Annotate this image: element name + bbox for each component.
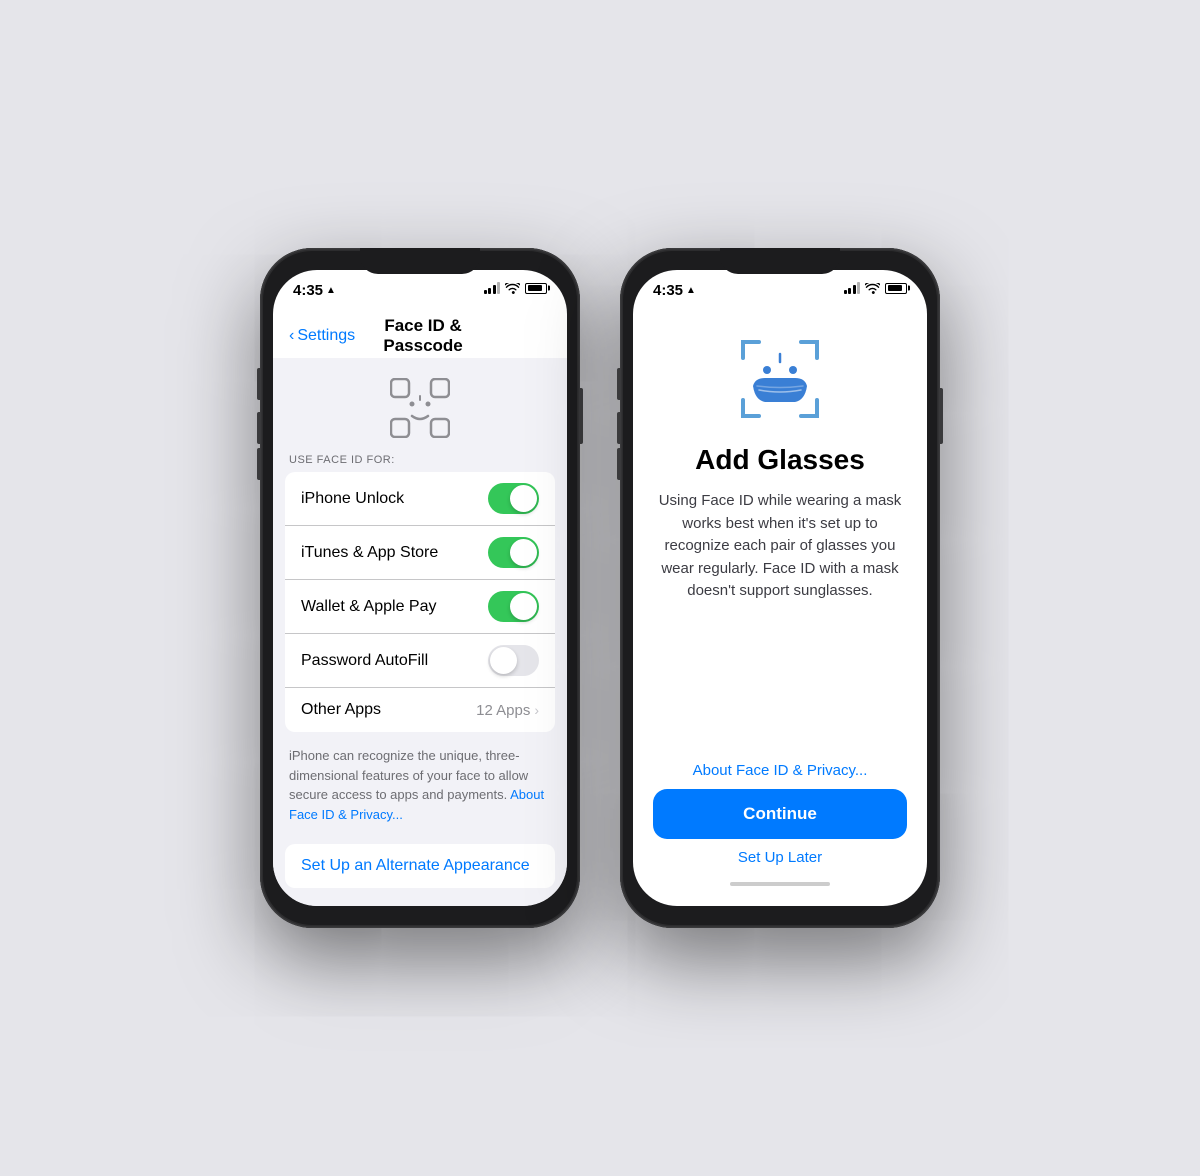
- wifi-icon-right: [865, 283, 880, 294]
- alternate-desc: In addition to continuously learning how…: [273, 896, 567, 906]
- iphone-unlock-toggle[interactable]: [488, 483, 539, 514]
- battery-icon-left: [525, 283, 547, 294]
- signal-bars-right: [844, 282, 861, 294]
- itunes-row[interactable]: iTunes & App Store: [285, 526, 555, 580]
- iphone-unlock-row[interactable]: iPhone Unlock: [285, 472, 555, 526]
- face-id-mask-icon: [735, 334, 825, 424]
- password-autofill-row[interactable]: Password AutoFill: [285, 634, 555, 688]
- use-face-id-label: USE FACE ID FOR:: [273, 454, 567, 472]
- notch: [360, 248, 480, 274]
- other-apps-label: Other Apps: [301, 701, 476, 719]
- face-id-header: [273, 358, 567, 454]
- continue-button[interactable]: Continue: [653, 789, 907, 839]
- signal-bars-left: [484, 282, 501, 294]
- itunes-toggle[interactable]: [488, 537, 539, 568]
- right-screen: 4:35 ▲: [633, 270, 927, 906]
- toggles-list: iPhone Unlock iTunes & App Store Wallet …: [285, 472, 555, 732]
- left-screen: 4:35 ▲ ‹ Settings Face ID & Pass: [273, 270, 567, 906]
- alternate-appearance-label[interactable]: Set Up an Alternate Appearance: [301, 857, 530, 875]
- add-glasses-description: Using Face ID while wearing a mask works…: [657, 490, 903, 603]
- other-apps-chevron: ›: [534, 702, 539, 718]
- location-icon-right: ▲: [686, 285, 696, 296]
- add-glasses-title: Add Glasses: [695, 444, 865, 476]
- status-bar-right: 4:35 ▲: [633, 270, 927, 314]
- location-icon-left: ▲: [326, 285, 336, 296]
- time-right: 4:35 ▲: [653, 282, 696, 299]
- wallet-label: Wallet & Apple Pay: [301, 598, 488, 616]
- add-glasses-content: Add Glasses Using Face ID while wearing …: [633, 314, 927, 603]
- notch-right: [720, 248, 840, 274]
- face-id-description: iPhone can recognize the unique, three-d…: [273, 740, 567, 836]
- nav-bar-left: ‹ Settings Face ID & Passcode: [273, 314, 567, 358]
- password-autofill-toggle[interactable]: [488, 645, 539, 676]
- battery-icon-right: [885, 283, 907, 294]
- chevron-left-icon: ‹: [289, 327, 294, 345]
- left-phone: 4:35 ▲ ‹ Settings Face ID & Pass: [260, 248, 580, 928]
- wallet-toggle[interactable]: [488, 591, 539, 622]
- other-apps-row[interactable]: Other Apps 12 Apps ›: [285, 688, 555, 732]
- face-id-icon: [390, 378, 450, 438]
- wifi-icon-left: [505, 283, 520, 294]
- itunes-label: iTunes & App Store: [301, 544, 488, 562]
- time-left: 4:35 ▲: [293, 282, 336, 299]
- other-apps-detail: 12 Apps: [476, 702, 530, 719]
- scroll-content-left[interactable]: USE FACE ID FOR: iPhone Unlock iTunes & …: [273, 358, 567, 906]
- setup-later-link[interactable]: Set Up Later: [738, 849, 822, 866]
- password-autofill-label: Password AutoFill: [301, 652, 488, 670]
- iphone-unlock-label: iPhone Unlock: [301, 490, 488, 508]
- right-phone: 4:35 ▲: [620, 248, 940, 928]
- back-button-left[interactable]: ‹ Settings: [289, 327, 355, 345]
- status-icons-right: [844, 282, 908, 294]
- nav-title-left: Face ID & Passcode: [355, 316, 491, 356]
- wallet-row[interactable]: Wallet & Apple Pay: [285, 580, 555, 634]
- status-bar-left: 4:35 ▲: [273, 270, 567, 314]
- alternate-appearance-row[interactable]: Set Up an Alternate Appearance: [285, 844, 555, 888]
- status-icons-left: [484, 282, 548, 294]
- about-privacy-link-right[interactable]: About Face ID & Privacy...: [693, 762, 868, 779]
- bottom-actions: About Face ID & Privacy... Continue Set …: [633, 762, 927, 906]
